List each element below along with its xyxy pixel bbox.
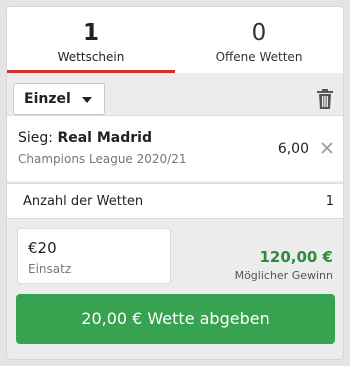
bet-slip-tabs: 1 Wettschein 0 Offene Wetten: [7, 7, 343, 73]
tab-offene-wetten[interactable]: 0 Offene Wetten: [175, 7, 343, 73]
bet-count-row: Anzahl der Wetten 1: [7, 183, 343, 219]
bet-market-prefix: Sieg:: [18, 130, 53, 146]
potential-gain-amount: 120,00 €: [259, 248, 333, 266]
bet-selection-row: Sieg: Real Madrid Champions League 2020/…: [7, 115, 343, 181]
stake-value: €20: [28, 239, 57, 257]
tab-wettschein[interactable]: 1 Wettschein: [7, 7, 175, 73]
bet-type-value: Einzel: [24, 91, 71, 107]
bet-type-select[interactable]: Einzel: [13, 83, 105, 115]
chevron-down-icon: [82, 97, 92, 103]
bet-team-name: Real Madrid: [57, 130, 152, 146]
bet-slip-panel: 1 Wettschein 0 Offene Wetten Einzel Sieg…: [6, 6, 344, 360]
bet-count-label: Anzahl der Wetten: [23, 194, 144, 209]
bet-competition: Champions League 2020/21: [18, 152, 187, 166]
bet-slip-toolbar: Einzel: [7, 73, 343, 119]
tab-wettschein-count: 1: [82, 20, 99, 46]
stake-label: Einsatz: [28, 262, 72, 276]
place-bet-button[interactable]: 20,00 € Wette abgeben: [16, 294, 335, 344]
stake-input[interactable]: €20 Einsatz: [17, 228, 171, 284]
bet-selection-title: Sieg: Real Madrid: [18, 129, 152, 147]
tab-offene-wetten-count: 0: [251, 20, 267, 46]
close-icon[interactable]: [321, 142, 333, 154]
bet-odds: 6,00: [277, 141, 309, 157]
bet-count-value: 1: [325, 194, 334, 209]
tab-wettschein-label: Wettschein: [57, 50, 125, 64]
trash-icon[interactable]: [317, 89, 333, 109]
tab-offene-wetten-label: Offene Wetten: [215, 50, 303, 64]
potential-gain-label: Möglicher Gewinn: [234, 269, 333, 282]
